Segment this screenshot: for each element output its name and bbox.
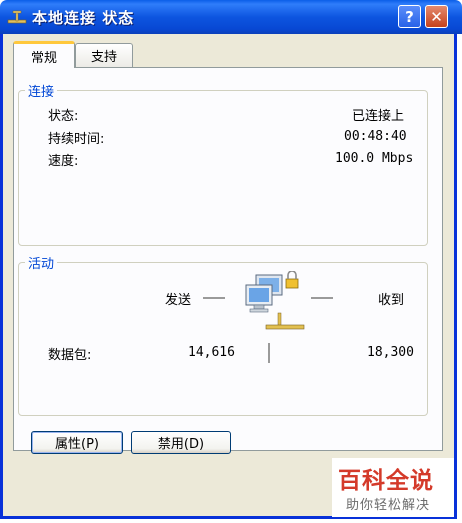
activity-group-title: 活动 bbox=[25, 253, 58, 272]
disable-button-label: 禁用(D) bbox=[157, 437, 205, 452]
speed-value: 100.0 Mbps bbox=[335, 151, 414, 166]
sent-label: 发送 bbox=[165, 293, 192, 308]
disable-button[interactable]: 禁用(D) bbox=[131, 431, 231, 454]
tab-general-label: 常规 bbox=[30, 50, 57, 66]
duration-value: 00:48:40 bbox=[344, 129, 407, 144]
duration-label: 持续时间: bbox=[48, 132, 105, 147]
packets-label: 数据包: bbox=[48, 348, 92, 363]
help-button[interactable]: ? bbox=[398, 5, 421, 28]
title-bar[interactable]: 本地连接 状态 ? ✕ bbox=[0, 0, 462, 34]
speed-label: 速度: bbox=[48, 154, 79, 169]
close-button[interactable]: ✕ bbox=[425, 5, 448, 28]
packets-received-value: 18,300 bbox=[367, 345, 414, 360]
network-activity-icon bbox=[245, 271, 305, 330]
watermark-title: 百科全说 bbox=[338, 468, 434, 494]
received-divider bbox=[311, 297, 333, 299]
tab-support[interactable]: 支持 bbox=[75, 43, 133, 67]
status-value: 已连接上 bbox=[352, 109, 405, 124]
watermark-subtitle: 助你轻松解决 bbox=[346, 498, 431, 513]
properties-button-label: 属性(P) bbox=[55, 437, 99, 452]
window-border-right bbox=[454, 34, 457, 519]
received-label: 收到 bbox=[378, 293, 405, 308]
status-label: 状态: bbox=[48, 109, 79, 124]
sent-divider bbox=[203, 297, 225, 299]
network-connection-icon bbox=[7, 10, 27, 24]
packets-divider bbox=[268, 343, 270, 363]
packets-sent-value: 14,616 bbox=[188, 345, 235, 360]
activity-group: 活动 bbox=[18, 253, 428, 416]
help-icon: ? bbox=[405, 7, 414, 26]
watermark: 百科全说 助你轻松解决 bbox=[332, 458, 454, 517]
close-icon: ✕ bbox=[430, 7, 443, 26]
window-title: 本地连接 状态 bbox=[32, 9, 135, 27]
tab-general[interactable]: 常规 bbox=[13, 41, 75, 68]
tab-support-label: 支持 bbox=[90, 50, 117, 65]
properties-button[interactable]: 属性(P) bbox=[31, 431, 123, 454]
connection-group-title: 连接 bbox=[25, 81, 58, 100]
